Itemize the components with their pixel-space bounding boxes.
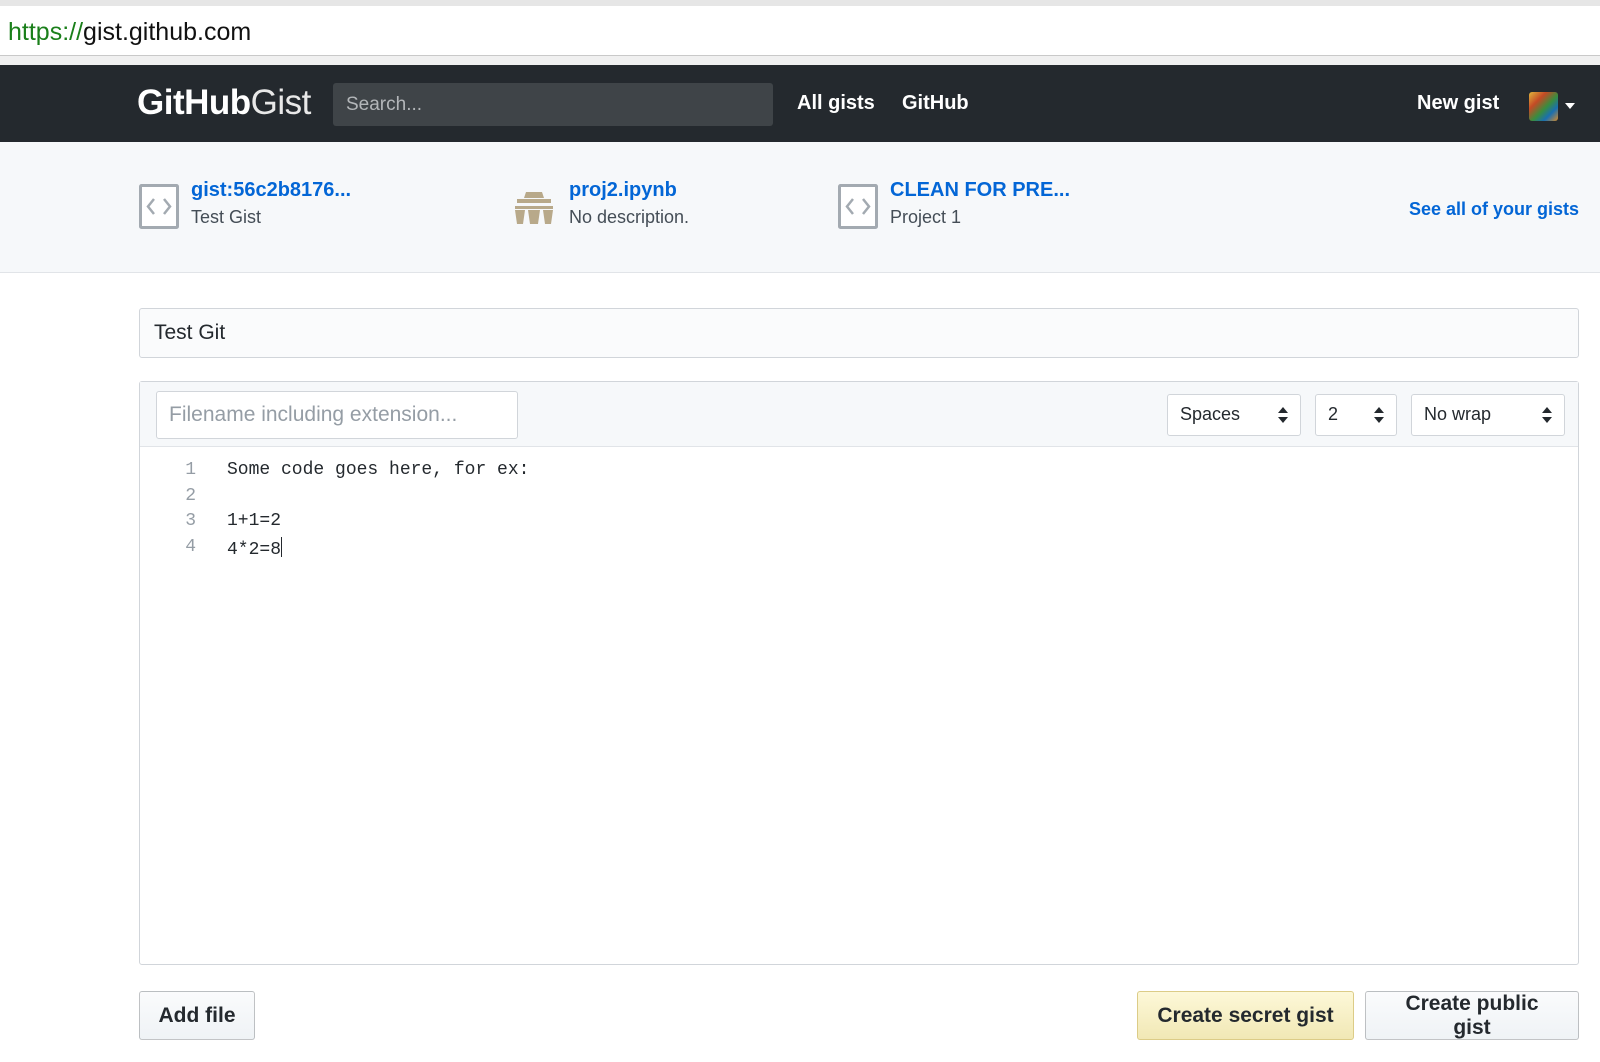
filename-input[interactable] xyxy=(156,391,518,439)
nav-github[interactable]: GitHub xyxy=(902,92,969,115)
code-line: 3 1+1=2 xyxy=(140,511,1578,537)
wrap-mode-value: No wrap xyxy=(1424,404,1492,424)
code-line: 1 Some code goes here, for ex: xyxy=(140,460,1578,486)
line-number: 2 xyxy=(185,485,196,506)
text-cursor xyxy=(281,536,283,557)
see-all-gists-link[interactable]: See all of your gists xyxy=(1409,199,1579,220)
indent-mode-select[interactable]: Spaces xyxy=(1167,394,1301,436)
code-icon xyxy=(139,184,179,229)
recent-gist-description: Project 1 xyxy=(890,207,962,227)
file-editor-header: Spaces 2 No wrap xyxy=(140,382,1578,447)
nav-all-gists[interactable]: All gists xyxy=(797,92,875,115)
indent-size-select[interactable]: 2 xyxy=(1315,394,1397,436)
new-gist-link[interactable]: New gist xyxy=(1417,92,1499,115)
line-text: 1+1=2 xyxy=(227,511,282,531)
search-input[interactable] xyxy=(333,83,773,126)
recent-gists-bar: gist:56c2b8176... Test Gist proj2.ipynb … xyxy=(0,142,1600,273)
line-number: 3 xyxy=(185,511,196,531)
code-line: 2 xyxy=(140,486,1578,512)
select-arrows-icon xyxy=(1542,407,1552,423)
avatar[interactable] xyxy=(1529,92,1558,121)
indent-mode-value: Spaces xyxy=(1180,404,1241,424)
wrap-mode-select[interactable]: No wrap xyxy=(1411,394,1565,436)
create-public-gist-button[interactable]: Create public gist xyxy=(1365,991,1579,1040)
secret-icon xyxy=(515,192,553,224)
create-secret-gist-button[interactable]: Create secret gist xyxy=(1137,991,1354,1040)
file-editor: Spaces 2 No wrap 1 Some code goes here, … xyxy=(139,381,1579,965)
logo-github: GitHub xyxy=(137,83,251,122)
line-number: 1 xyxy=(185,460,196,480)
url-host: gist.github.com xyxy=(83,18,252,46)
chevron-down-icon[interactable] xyxy=(1565,103,1575,109)
logo-gist: Gist xyxy=(250,83,312,122)
add-file-button[interactable]: Add file xyxy=(139,991,255,1040)
browser-divider xyxy=(0,56,1600,65)
select-arrows-icon xyxy=(1278,407,1288,423)
browser-url-bar[interactable]: https://gist.github.com xyxy=(0,0,1600,56)
select-arrows-icon xyxy=(1374,407,1384,423)
recent-gist-description: Test Gist xyxy=(191,207,262,227)
line-text: 4*2=8 xyxy=(227,539,282,560)
code-editor[interactable]: 1 Some code goes here, for ex: 2 3 1+1=2… xyxy=(140,460,1578,562)
site-header: GitHubGist All gists GitHub New gist xyxy=(0,65,1600,142)
code-line: 4 4*2=8 xyxy=(140,536,1578,563)
gist-description-input[interactable] xyxy=(139,308,1579,358)
recent-gist-description: No description. xyxy=(569,207,690,227)
github-gist-logo[interactable]: GitHubGist xyxy=(137,83,311,123)
indent-size-value: 2 xyxy=(1328,404,1339,424)
recent-gist-title[interactable]: gist:56c2b8176... xyxy=(191,179,351,202)
line-number: 4 xyxy=(185,536,196,557)
url-scheme: https:// xyxy=(8,18,84,46)
code-icon xyxy=(838,184,878,229)
url-text[interactable]: https://gist.github.com xyxy=(8,18,251,47)
recent-gist-title[interactable]: CLEAN FOR PRE... xyxy=(890,179,1070,202)
line-text-with-cursor: 4*2=8 xyxy=(227,536,283,560)
line-text: Some code goes here, for ex: xyxy=(227,460,530,480)
recent-gist-title[interactable]: proj2.ipynb xyxy=(569,179,677,202)
